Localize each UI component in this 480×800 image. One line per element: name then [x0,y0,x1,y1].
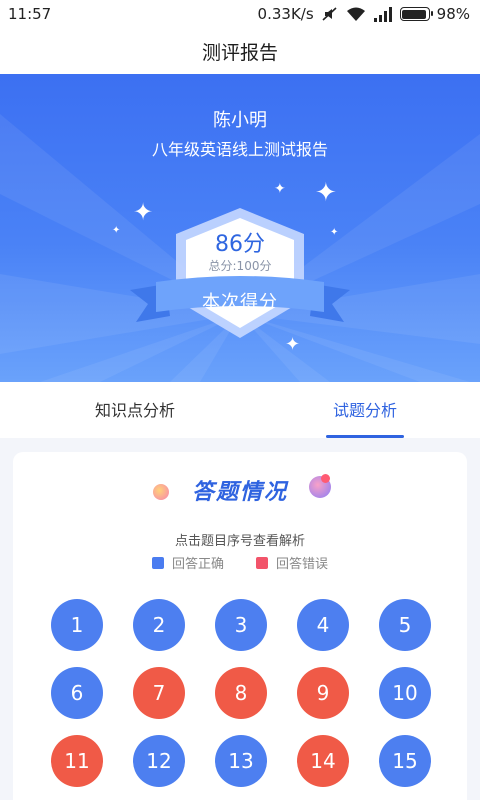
question-button-7[interactable]: 7 [133,667,185,719]
legend-wrong-label: 回答错误 [276,557,329,572]
question-button-5[interactable]: 5 [379,599,431,651]
analysis-tabs: 知识点分析 试题分析 [0,382,480,438]
score-ribbon-label: 本次得分 [202,292,278,313]
question-button-6[interactable]: 6 [51,667,103,719]
battery-percent: 98% [436,5,470,23]
status-indicators: 0.33K/s 98% [258,5,470,23]
question-button-13[interactable]: 13 [215,735,267,787]
legend-wrong-swatch [256,556,268,569]
question-button-3[interactable]: 3 [215,599,267,651]
active-tab-indicator [326,435,404,438]
question-button-10[interactable]: 10 [379,667,431,719]
legend-wrong: 回答错误 [256,553,328,572]
page-title: 测评报告 [0,28,480,74]
report-header: 陈小明 八年级英语线上测试报告 ✦ ✦ ✦ ✦ ✦ ✦ 86分 总分:100分 … [0,74,480,382]
question-button-11[interactable]: 11 [51,735,103,787]
question-button-14[interactable]: 14 [297,735,349,787]
wifi-icon [346,7,366,22]
legend-correct-swatch [151,556,164,569]
sparkle-icon: ✦ [315,178,337,208]
battery-icon [399,7,433,21]
student-name: 陈小明 [213,110,267,131]
status-bar: 11:57 0.33K/s 98% [0,0,480,28]
question-button-4[interactable]: 4 [297,599,349,651]
answer-hint: 点击题目序号查看解析 [174,534,305,549]
status-time: 11:57 [8,5,52,23]
legend-correct: 回答正确 [151,553,224,572]
answer-summary-title: 答题情况 [191,480,288,505]
question-button-9[interactable]: 9 [297,667,349,719]
total-score: 总分:100分 [208,259,272,273]
sparkle-icon: ✦ [274,181,286,197]
answer-legend: 回答正确 回答错误 [13,553,467,572]
mute-icon [321,6,339,22]
answer-summary-card: 答题情况 点击题目序号查看解析 回答正确 回答错误 1 2 3 4 5 6 7 8 9 10 11 1… [13,452,467,800]
test-title: 八年级英语线上测试报告 [151,140,328,159]
tab-knowledge-analysis[interactable]: 知识点分析 [60,382,210,438]
question-button-8[interactable]: 8 [215,667,267,719]
question-button-12[interactable]: 12 [133,735,185,787]
tab-question-analysis[interactable]: 试题分析 [312,382,418,438]
signal-icon [373,6,393,22]
question-button-15[interactable]: 15 [379,735,431,787]
legend-correct-label: 回答正确 [171,557,224,572]
question-button-2[interactable]: 2 [133,599,185,651]
question-button-1[interactable]: 1 [51,599,103,651]
score-value: 86分 [215,232,265,257]
tab-question-analysis-label: 试题分析 [332,401,397,420]
network-speed: 0.33K/s [257,5,314,23]
